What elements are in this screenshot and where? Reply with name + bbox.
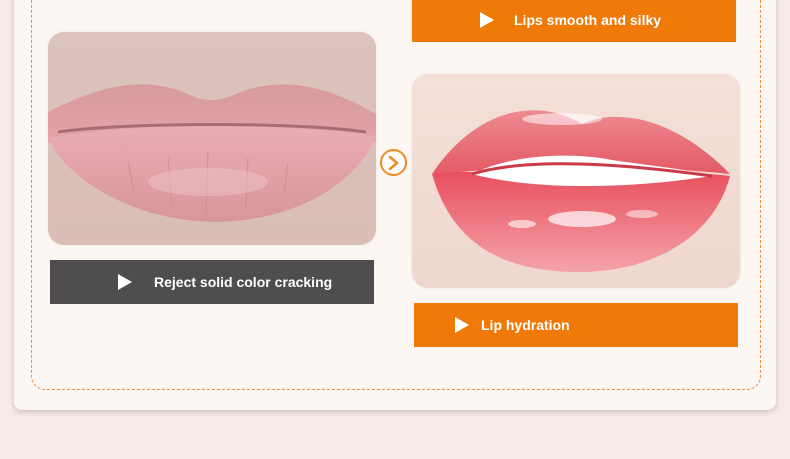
label-reject-cracking: Reject solid color cracking (50, 260, 374, 304)
after-lips-photo (412, 74, 740, 288)
before-lips-photo (48, 32, 376, 245)
play-icon (455, 317, 469, 333)
label-text: Lips smooth and silky (514, 12, 662, 28)
arrow-right-circle-icon (380, 149, 407, 176)
label-lip-hydration: Lip hydration (414, 303, 738, 347)
label-text: Lip hydration (481, 317, 570, 333)
label-lips-smooth: Lips smooth and silky (412, 0, 736, 42)
play-icon (480, 12, 494, 28)
label-text: Reject solid color cracking (154, 274, 333, 290)
play-icon (118, 274, 132, 290)
